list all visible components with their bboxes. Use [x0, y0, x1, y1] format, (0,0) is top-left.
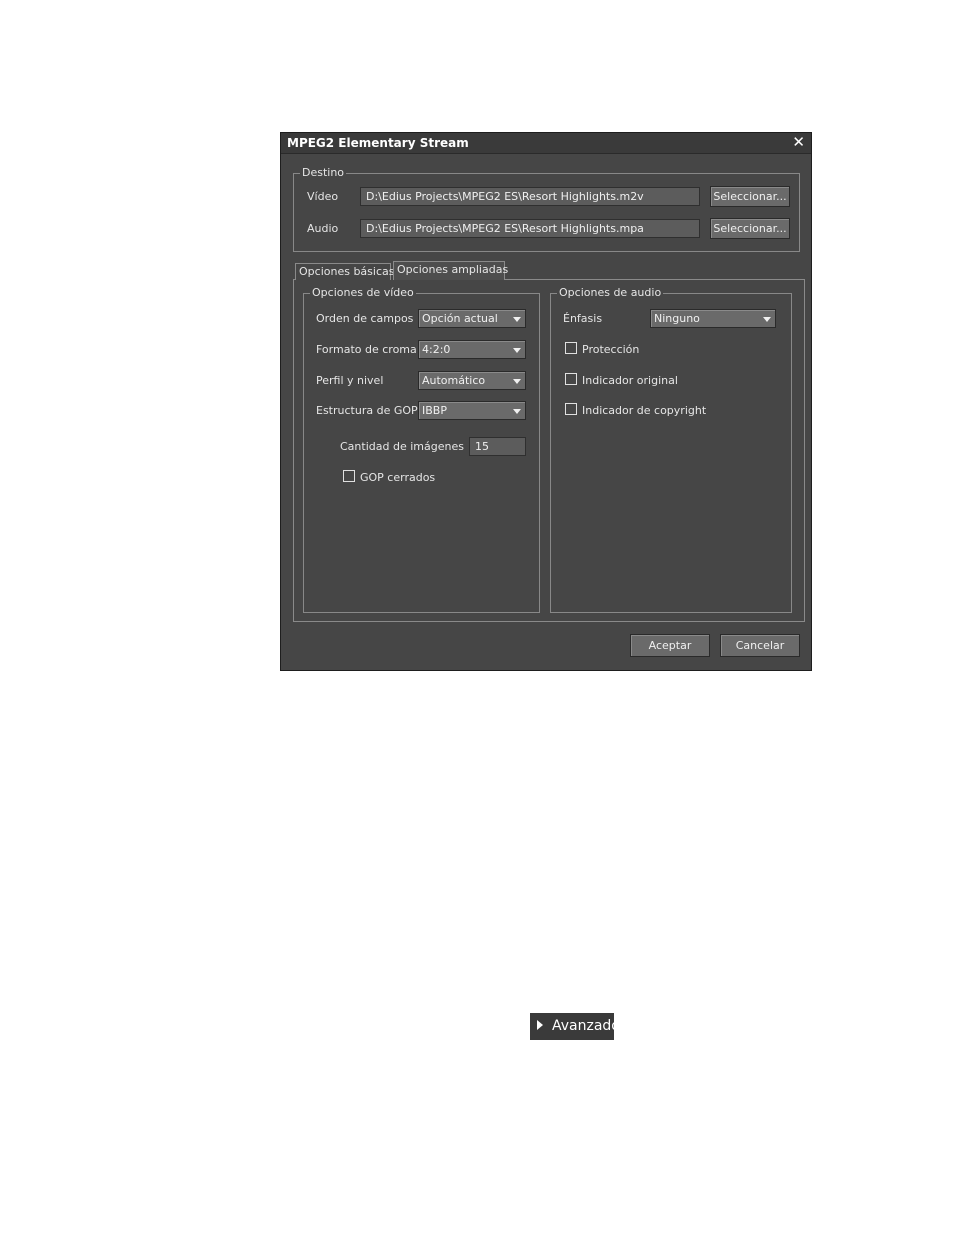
emphasis-value: Ninguno — [654, 312, 700, 325]
field-order-label: Orden de campos — [316, 312, 414, 325]
chroma-format-select[interactable]: 4:2:0 — [418, 340, 526, 359]
emphasis-select[interactable]: Ninguno — [650, 309, 776, 328]
field-order-value: Opción actual — [422, 312, 498, 325]
video-options-group: Opciones de vídeo Orden de campos Opción… — [303, 286, 540, 613]
mpeg2-export-dialog: MPEG2 Elementary Stream ✕ Destino Vídeo … — [280, 132, 812, 671]
cancel-button[interactable]: Cancelar — [720, 634, 800, 657]
profile-level-value: Automático — [422, 374, 486, 387]
closed-gop-checkbox[interactable] — [343, 470, 355, 482]
frame-count-input[interactable]: 15 — [469, 437, 526, 456]
gop-structure-value: IBBP — [422, 404, 447, 417]
title-bar[interactable]: MPEG2 Elementary Stream ✕ — [281, 133, 811, 154]
emphasis-label: Énfasis — [563, 312, 603, 325]
video-label: Vídeo — [307, 190, 339, 203]
video-path-field[interactable]: D:\Edius Projects\MPEG2 ES\Resort Highli… — [360, 187, 700, 206]
advanced-button[interactable]: Avanzado — [530, 1013, 620, 1040]
destino-group: Destino Vídeo D:\Edius Projects\MPEG2 ES… — [293, 166, 800, 252]
frame-count-label: Cantidad de imágenes — [340, 440, 464, 453]
chroma-format-label: Formato de croma — [316, 343, 417, 356]
tab-opciones-basicas[interactable]: Opciones básicas — [295, 263, 394, 280]
gop-structure-select[interactable]: IBBP — [418, 401, 526, 420]
close-icon[interactable]: ✕ — [792, 134, 805, 151]
original-flag-label: Indicador original — [582, 374, 678, 387]
profile-level-label: Perfil y nivel — [316, 374, 384, 387]
chevron-down-icon — [513, 379, 521, 384]
copyright-flag-label: Indicador de copyright — [582, 404, 707, 417]
chevron-down-icon — [513, 348, 521, 353]
protection-label: Protección — [582, 343, 640, 356]
field-order-select[interactable]: Opción actual — [418, 309, 526, 328]
chevron-down-icon — [763, 317, 771, 322]
audio-select-button[interactable]: Seleccionar... — [710, 218, 790, 239]
triangle-right-icon — [537, 1020, 543, 1030]
video-options-label: Opciones de vídeo — [310, 286, 416, 299]
audio-options-label: Opciones de audio — [557, 286, 664, 299]
protection-checkbox[interactable] — [565, 342, 577, 354]
gop-structure-label: Estructura de GOP — [316, 404, 418, 417]
tab-opciones-ampliadas[interactable]: Opciones ampliadas — [393, 261, 508, 280]
dialog-title: MPEG2 Elementary Stream — [287, 136, 469, 150]
closed-gop-label: GOP cerrados — [360, 471, 436, 484]
destino-label: Destino — [300, 166, 347, 179]
copyright-flag-checkbox[interactable] — [565, 403, 577, 415]
chroma-format-value: 4:2:0 — [422, 343, 451, 356]
video-select-button[interactable]: Seleccionar... — [710, 186, 790, 207]
audio-label: Audio — [307, 222, 339, 235]
chevron-down-icon — [513, 409, 521, 414]
audio-options-group: Opciones de audio Énfasis Ninguno Protec… — [550, 286, 792, 613]
original-flag-checkbox[interactable] — [565, 373, 577, 385]
advanced-label: Avanzado — [552, 1018, 620, 1034]
audio-path-field[interactable]: D:\Edius Projects\MPEG2 ES\Resort Highli… — [360, 219, 700, 238]
chevron-down-icon — [513, 317, 521, 322]
profile-level-select[interactable]: Automático — [418, 371, 526, 390]
ok-button[interactable]: Aceptar — [630, 634, 710, 657]
